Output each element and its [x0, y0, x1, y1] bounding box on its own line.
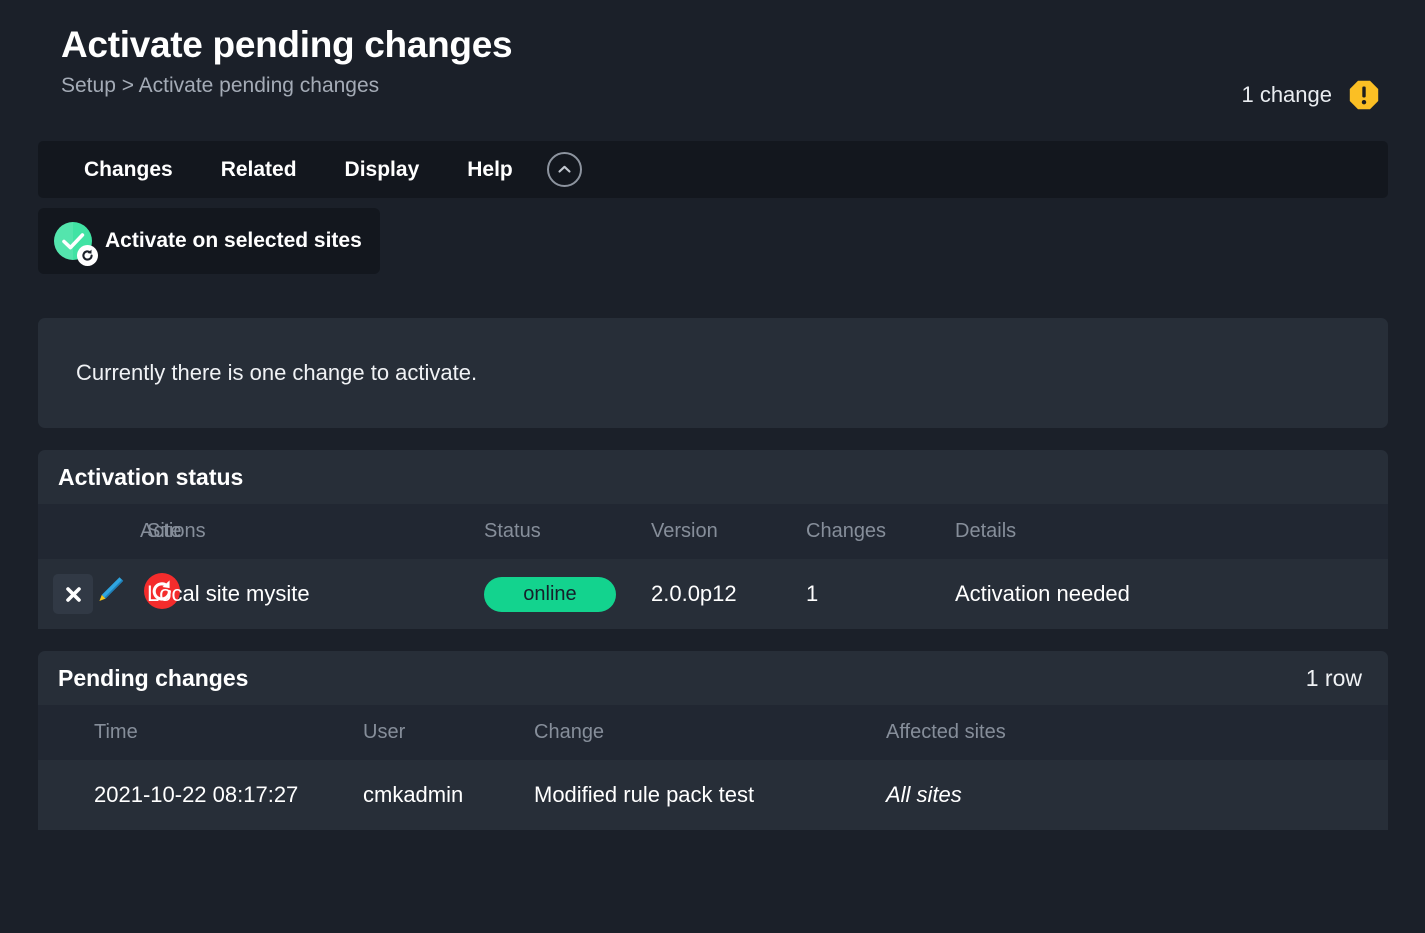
column-header-status: Status	[484, 520, 541, 542]
menu-item-help[interactable]: Help	[443, 141, 537, 198]
page-header: Activate pending changes Setup > Activat…	[0, 0, 1425, 133]
pending-changes-title: Pending changes	[58, 664, 249, 691]
column-header-change: Change	[534, 721, 605, 743]
warning-octagon-icon[interactable]	[1349, 80, 1379, 110]
column-header-actions: Actions	[140, 520, 206, 542]
cell-change: Modified rule pack test	[534, 782, 755, 807]
table-header-row: Time User Change Affected sites	[38, 705, 1388, 760]
table-row: 2021-10-22 08:17:27 cmkadmin Modified ru…	[38, 760, 1388, 830]
menu-item-display[interactable]: Display	[321, 141, 444, 198]
column-header-time: Time	[94, 721, 138, 743]
cell-changes: 1	[806, 581, 819, 606]
status-badge: online	[484, 576, 616, 612]
page-title: Activate pending changes	[61, 24, 513, 65]
row-delete-cell	[38, 559, 93, 629]
breadcrumb: Setup > Activate pending changes	[61, 74, 380, 97]
column-header-changes: Changes	[806, 520, 887, 542]
column-header-user: User	[363, 721, 406, 743]
menu-item-related[interactable]: Related	[197, 141, 321, 198]
header-change-indicator: 1 change	[1241, 80, 1379, 110]
info-message-text: Currently there is one change to activat…	[76, 360, 478, 385]
info-message-box: Currently there is one change to activat…	[38, 318, 1388, 428]
activate-on-selected-sites-button[interactable]: Activate on selected sites	[38, 208, 380, 274]
cell-time: 2021-10-22 08:17:27	[94, 782, 299, 807]
cell-affected-sites: All sites	[886, 782, 962, 807]
pencil-icon[interactable]	[91, 573, 127, 615]
activation-status-table: Actions Site Status Version Changes Deta…	[38, 504, 1388, 629]
menu-item-changes[interactable]: Changes	[60, 141, 197, 198]
cell-site: Local site mysite	[147, 581, 310, 606]
pending-changes-section: Pending changes 1 row Time User Change A…	[38, 651, 1388, 830]
row-action-icons-cell	[91, 559, 180, 629]
activation-status-section: Activation status Actions Site Status Ve…	[38, 450, 1388, 629]
change-count-label: 1 change	[1241, 82, 1332, 107]
activation-status-title: Activation status	[58, 463, 244, 490]
activation-status-header: Activation status	[38, 450, 1388, 504]
column-header-details: Details	[955, 520, 1017, 542]
main-menu-bar: Changes Related Display Help	[38, 141, 1388, 198]
pending-changes-header: Pending changes 1 row	[38, 651, 1388, 705]
close-x-icon[interactable]	[53, 574, 93, 614]
activate-button-label: Activate on selected sites	[105, 229, 362, 252]
cell-version: 2.0.0p12	[651, 581, 737, 606]
table-row: Local site mysite online 2.0.0p12 1 Acti…	[38, 559, 1388, 629]
cell-status: online	[484, 559, 651, 629]
activate-check-reload-icon	[54, 222, 98, 266]
chevron-up-circle-icon[interactable]	[546, 152, 582, 187]
pending-changes-row-count: 1 row	[1305, 664, 1362, 691]
table-header-row: Actions Site Status Version Changes Deta…	[38, 504, 1388, 559]
pending-changes-table: Time User Change Affected sites 2021-10-…	[38, 705, 1388, 830]
column-header-version: Version	[651, 520, 718, 542]
cell-details: Activation needed	[955, 581, 1130, 606]
column-header-affected-sites: Affected sites	[886, 721, 1006, 743]
cell-user: cmkadmin	[363, 782, 464, 807]
